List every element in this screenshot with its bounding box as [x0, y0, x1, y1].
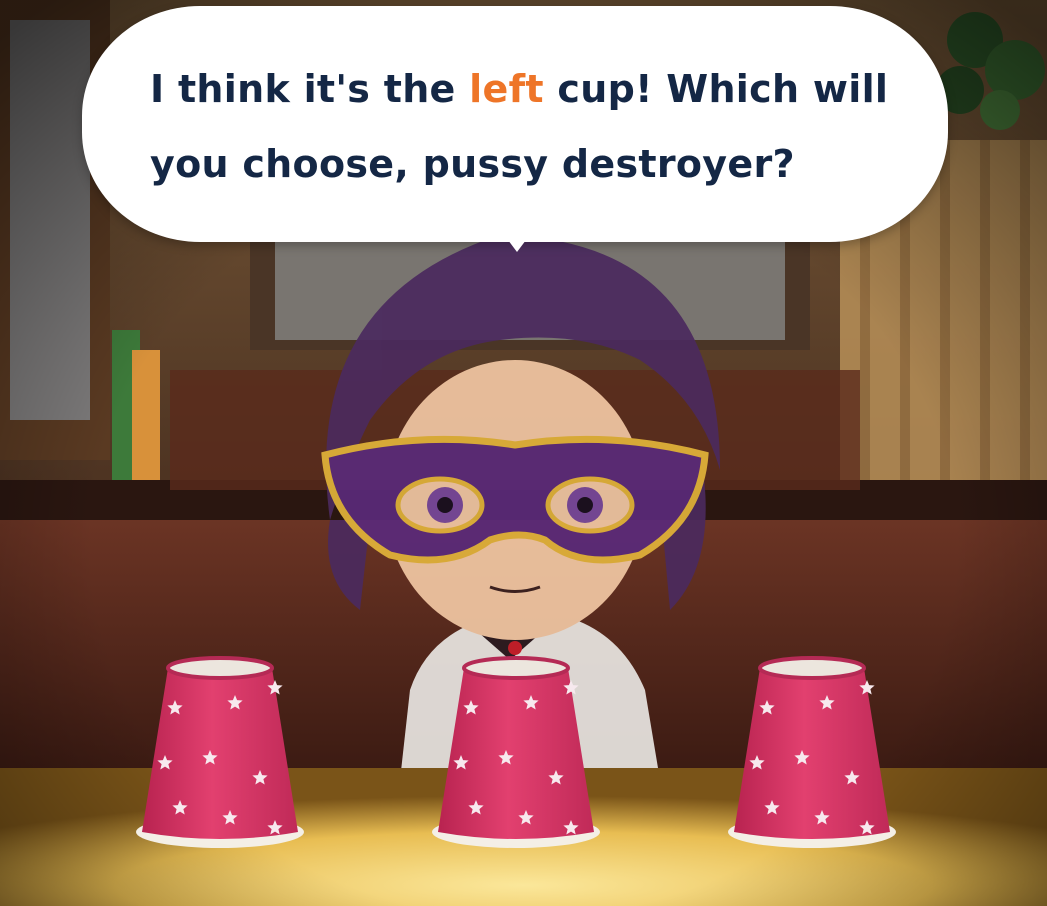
dialogue-line-1: I think it's the left cup! Which will — [150, 52, 910, 127]
dialogue-highlight: left — [469, 67, 544, 111]
dialogue-line-2: you choose, pussy destroyer? — [150, 142, 795, 186]
dialogue-line-1-end: cup! Which will — [543, 67, 889, 111]
game-scene: I think it's the left cup! Which will yo… — [0, 0, 1047, 906]
speech-bubble-tail — [505, 236, 529, 252]
dialogue-line-1-start: I think it's the — [150, 67, 470, 111]
dialogue-text: I think it's the left cup! Which will yo… — [150, 52, 910, 202]
